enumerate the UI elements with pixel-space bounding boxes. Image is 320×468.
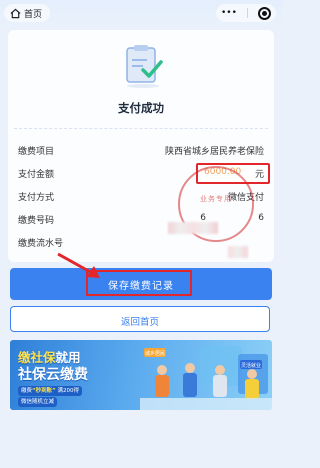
capsule-divider xyxy=(246,8,248,18)
banner-subline: 缴费“秒到账” 满200得 xyxy=(18,386,82,396)
document-check-icon xyxy=(126,45,163,88)
mini-program-capsule: ••• xyxy=(216,4,276,22)
row-label: 缴费项目 xyxy=(18,147,55,157)
row-label: 支付方式 xyxy=(18,193,55,203)
save-button-label: 保存缴费记录 xyxy=(108,281,174,292)
payment-receipt-card: 支付成功 缴费项目 陕西省城乡居民养老保险 支付金额 6000.00 元 支付方… xyxy=(8,30,274,262)
banner-illustration: 城乡居民 灵活就业 xyxy=(140,346,272,410)
home-label: 首页 xyxy=(24,9,43,20)
more-menu-icon[interactable]: ••• xyxy=(221,8,237,18)
redacted-number xyxy=(168,222,218,234)
row-label: 支付金额 xyxy=(18,170,55,180)
save-payment-record-button[interactable]: 保存缴费记录 xyxy=(10,268,272,300)
red-arrow-icon xyxy=(57,252,100,278)
close-target-icon[interactable] xyxy=(257,6,271,20)
banner-offer: 微信随机立减 xyxy=(18,397,58,407)
amount-unit: 元 xyxy=(254,170,264,180)
stamp-text: 业务专用 xyxy=(200,195,232,203)
redacted-serial xyxy=(228,246,248,258)
row-payment-item: 缴费项目 陕西省城乡居民养老保险 xyxy=(18,144,264,158)
banner-tag-flexible: 灵活就业 xyxy=(241,362,261,369)
row-value-end: 6 xyxy=(258,213,264,223)
back-button-label: 返回首页 xyxy=(120,317,159,328)
row-value: 陕西省城乡居民养老保险 xyxy=(164,147,264,157)
back-home-button[interactable]: 返回首页 xyxy=(10,306,270,332)
home-icon xyxy=(10,8,21,18)
home-button[interactable]: 首页 xyxy=(4,4,51,22)
banner-title: 社保云缴费 xyxy=(18,367,88,383)
divider xyxy=(14,128,268,129)
promo-banner[interactable]: 缴社保就用 社保云缴费 缴费“秒到账” 满200得 微信随机立减 城乡居民 灵活… xyxy=(10,340,272,410)
banner-tag-urban: 城乡居民 xyxy=(145,350,165,357)
row-label: 缴费号码 xyxy=(18,216,55,226)
payment-success-title: 支付成功 xyxy=(118,101,164,115)
top-bar: 首页 ••• xyxy=(0,0,282,26)
